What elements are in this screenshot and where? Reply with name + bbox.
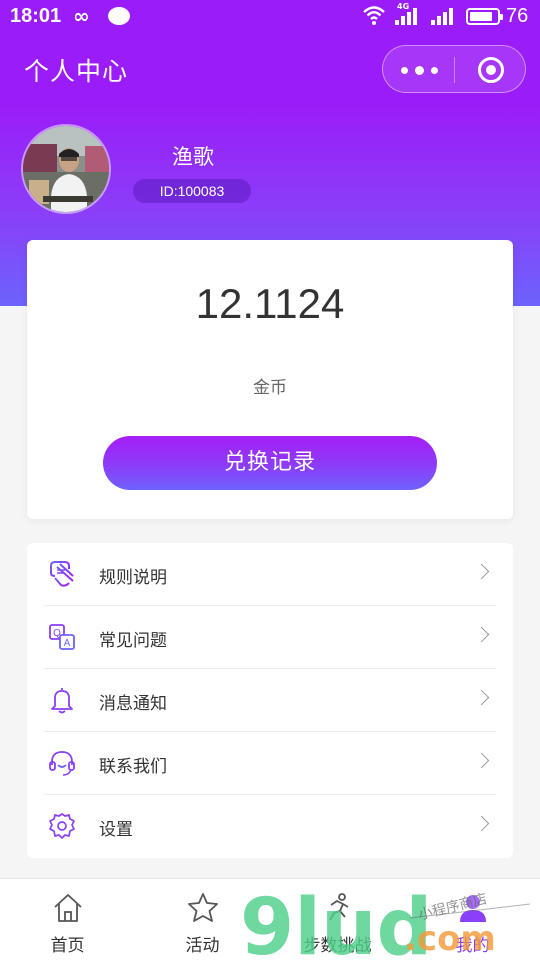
tab-step-challenge[interactable]: 步数挑战: [270, 879, 405, 960]
tab-label: 我的: [455, 936, 490, 956]
tab-label: 首页: [50, 936, 85, 956]
chevron-right-icon: [473, 752, 490, 769]
menu-item-label: 联系我们: [99, 757, 167, 777]
menu-item-faq[interactable]: Q A 常见问题: [27, 606, 513, 669]
running-icon: [328, 893, 348, 921]
mini-program-capsule: [382, 45, 526, 93]
close-mini-program-button[interactable]: [478, 57, 504, 83]
chevron-right-icon: [473, 689, 490, 706]
capsule-divider: [454, 57, 455, 83]
status-bar: 18:01 ∞ 4G 76: [0, 0, 540, 34]
gear-icon: [49, 813, 75, 839]
menu-item-label: 设置: [99, 820, 133, 840]
signal-icon-2: [431, 8, 453, 25]
user-id-badge: ID:100083: [133, 179, 251, 203]
coin-balance: 12.1124: [195, 280, 345, 327]
chevron-right-icon: [473, 815, 490, 832]
status-time: 18:01: [10, 5, 62, 27]
user-icon: [459, 895, 486, 922]
chevron-right-icon: [473, 626, 490, 643]
menu-item-notifications[interactable]: 消息通知: [27, 669, 513, 732]
tab-mine[interactable]: 我的: [405, 879, 540, 960]
avatar-photo: [23, 126, 109, 212]
coin-card: 12.1124 金币 兑换记录: [27, 240, 513, 519]
chevron-right-icon: [473, 563, 490, 580]
loop-icon: ∞: [73, 4, 90, 28]
menu-list: 规则说明 Q A 常见问题 消息通知 联系我们 设置: [27, 543, 513, 858]
headset-icon: [49, 751, 75, 776]
menu-item-settings[interactable]: 设置: [27, 795, 513, 858]
tab-label: 步数挑战: [303, 936, 372, 956]
menu-item-label: 消息通知: [99, 694, 167, 714]
tab-bar: 首页 活动 步数挑战 我的: [0, 878, 540, 960]
page-title: 个人中心: [24, 57, 129, 86]
home-icon: [53, 894, 82, 922]
tab-home[interactable]: 首页: [0, 879, 135, 960]
faq-icon: Q A: [49, 624, 75, 650]
exchange-records-button[interactable]: 兑换记录: [103, 436, 437, 490]
tab-activities[interactable]: 活动: [135, 879, 270, 960]
svg-text:A: A: [64, 638, 71, 649]
avatar[interactable]: [21, 124, 111, 214]
coin-label: 金币: [253, 378, 287, 398]
bell-icon: [51, 688, 73, 714]
username: 渔歌: [172, 145, 214, 169]
star-icon: [187, 893, 218, 922]
chat-bubble-icon: [108, 7, 130, 25]
signal-icon: [395, 8, 417, 25]
battery-icon: [466, 8, 503, 25]
menu-item-label: 常见问题: [99, 631, 167, 651]
battery-level: 76: [506, 5, 529, 27]
wifi-icon: [363, 6, 385, 25]
menu-item-contact[interactable]: 联系我们: [27, 732, 513, 795]
menu-item-rules[interactable]: 规则说明: [27, 543, 513, 606]
tab-label: 活动: [185, 936, 220, 956]
menu-item-label: 规则说明: [99, 568, 167, 588]
more-menu-button[interactable]: [401, 60, 441, 80]
rules-icon: [50, 561, 74, 587]
